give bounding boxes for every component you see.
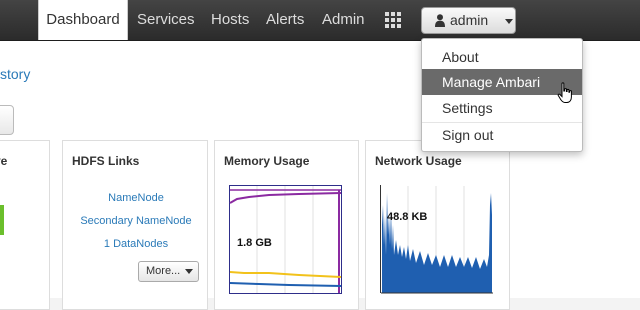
status-indicator bbox=[0, 205, 4, 235]
widget-hdfs-links: HDFS Links NameNode Secondary NameNode 1… bbox=[62, 140, 208, 310]
nav-tab-hosts[interactable]: Hosts bbox=[211, 0, 249, 40]
user-name: admin bbox=[450, 12, 489, 28]
menu-item-about[interactable]: About bbox=[422, 44, 582, 70]
menu-item-sign-out[interactable]: Sign out bbox=[422, 122, 582, 148]
nav-tab-dashboard[interactable]: Dashboard bbox=[38, 0, 128, 40]
network-chart bbox=[380, 185, 493, 294]
widget-partial: ve bbox=[0, 140, 50, 310]
widget-title: Network Usage bbox=[375, 154, 462, 168]
namenode-link[interactable]: NameNode bbox=[63, 192, 209, 204]
grid-icon[interactable] bbox=[385, 12, 401, 28]
network-value-label: 48.8 KB bbox=[387, 211, 428, 223]
hand-cursor-icon bbox=[557, 82, 572, 103]
nav-tab-alerts[interactable]: Alerts bbox=[266, 0, 304, 40]
toolbar-button[interactable] bbox=[0, 105, 14, 135]
more-button[interactable]: More... bbox=[138, 261, 199, 282]
nav-tab-admin[interactable]: Admin bbox=[322, 0, 365, 40]
secondary-namenode-link[interactable]: Secondary NameNode bbox=[63, 215, 209, 227]
widget-title: Memory Usage bbox=[224, 154, 310, 168]
more-button-label: More... bbox=[146, 265, 181, 277]
user-menu-button[interactable]: admin bbox=[421, 7, 516, 34]
nav-tab-services[interactable]: Services bbox=[137, 0, 195, 40]
chevron-down-icon bbox=[505, 19, 513, 24]
history-link[interactable]: story bbox=[0, 66, 30, 82]
widget-network-usage[interactable]: Network Usage 48.8 KB bbox=[365, 140, 510, 310]
widget-memory-usage[interactable]: Memory Usage 1.8 GB bbox=[214, 140, 359, 310]
widget-title: ve bbox=[0, 154, 8, 168]
memory-value-label: 1.8 GB bbox=[237, 237, 272, 249]
top-navbar: Dashboard Services Hosts Alerts Admin ad… bbox=[0, 0, 640, 41]
chevron-down-icon bbox=[185, 269, 193, 274]
user-icon bbox=[435, 14, 445, 27]
widget-title: HDFS Links bbox=[72, 154, 140, 168]
datanodes-link[interactable]: 1 DataNodes bbox=[63, 238, 209, 250]
